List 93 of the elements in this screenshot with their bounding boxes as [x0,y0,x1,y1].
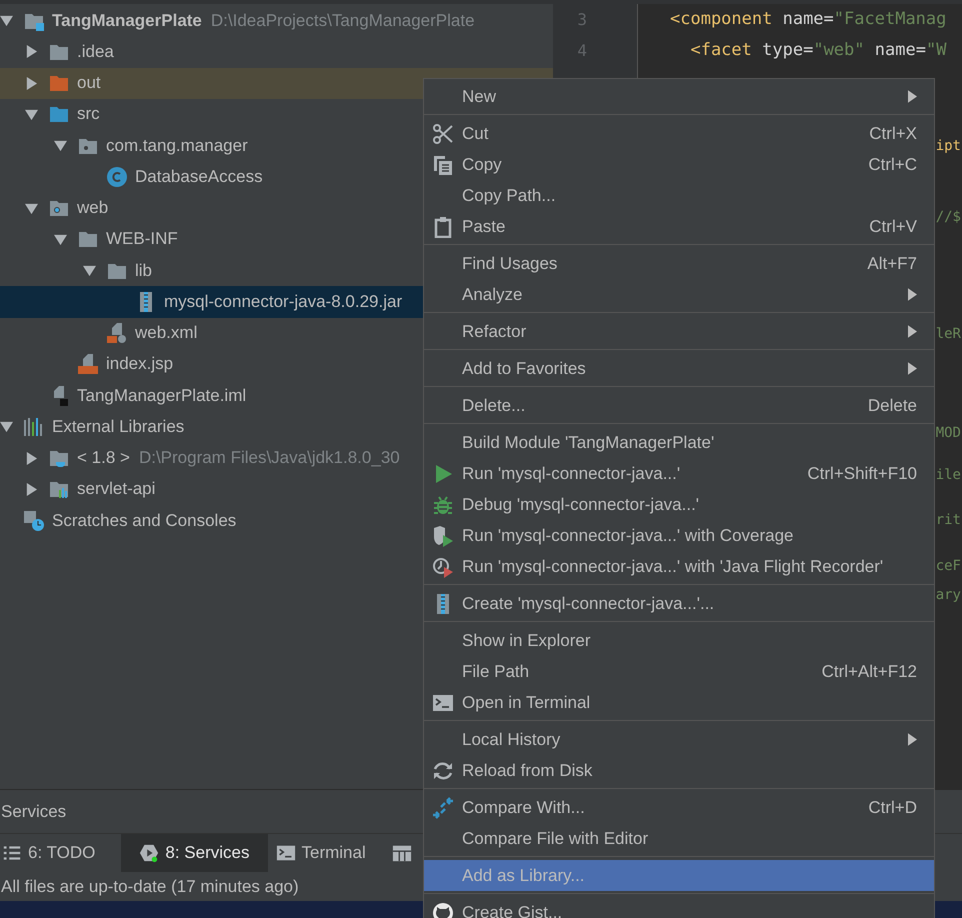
tree-item-name: servlet-api [77,479,156,500]
code-fragment: ceF [936,558,961,574]
code-line: <facet type="web" name="W [689,38,948,62]
tree-item-name: index.jsp [106,354,174,374]
scissors-icon [432,122,454,144]
menu-item[interactable]: Open in Terminal [424,687,934,718]
code-fragment: //$ [936,208,961,224]
code-fragment: leR [936,326,961,342]
tree-item-name: .idea [77,42,114,62]
collapse-arrow-icon[interactable] [0,14,13,28]
collapse-arrow-icon[interactable] [83,264,96,278]
shortcut-label: Ctrl+X [869,124,917,144]
menu-item[interactable]: Find Usages Alt+F7 [424,248,934,279]
shortcut-label: Ctrl+Shift+F10 [807,464,917,484]
collapse-arrow-icon[interactable] [54,232,67,246]
menu-item[interactable]: Reload from Disk [424,755,934,786]
class-icon [106,166,128,188]
menu-item[interactable]: Run 'mysql-connector-java...' with Coverage [424,520,934,551]
tool-window-tab[interactable]: 6: TODO [2,834,114,872]
code-fragment: ile [936,467,961,483]
code-fragment: ipt [936,138,961,154]
expand-arrow-icon[interactable] [25,45,38,58]
tree-item-name: < 1.8 > [77,448,130,468]
menu-item[interactable]: Compare With... Ctrl+D [424,792,934,823]
menu-item[interactable]: File Path Ctrl+Alt+F12 [424,656,934,687]
shortcut-label: Ctrl+V [869,216,917,236]
collapse-arrow-icon[interactable] [0,420,13,434]
panel-title: Services [1,802,66,822]
tree-item-name: External Libraries [52,416,184,437]
collapse-arrow-icon[interactable] [25,202,38,215]
tree-item-name: TangManagerPlate [52,10,202,31]
tree-item-path: D:\Program Files\Java\jdk1.8.0_30 [138,448,400,468]
menu-item[interactable]: Debug 'mysql-connector-java...' [424,489,934,520]
shortcut-label: Ctrl+Alt+F12 [822,662,917,682]
menu-item[interactable]: Create Gist... [424,897,934,918]
menu-item[interactable]: Add to Favorites [424,353,934,384]
menu-item[interactable]: Run 'mysql-connector-java...' with 'Java Flight Recorder' [424,551,934,582]
code-fragment: ary [936,586,961,602]
shortcut-label: Ctrl+D [868,798,917,818]
shortcut-label: Ctrl+C [868,154,917,174]
profiler-icon [432,556,454,578]
table-icon [392,843,412,863]
scratches-icon [23,510,45,532]
collapse-arrow-icon[interactable] [54,139,67,152]
tool-window-tab[interactable]: 8: Services [121,834,268,872]
compare-icon [432,796,454,818]
services-icon [139,843,160,863]
menu-item[interactable]: Refactor [424,316,934,347]
code-fragment: MOD [936,424,961,440]
coverage-icon [432,524,454,546]
menu-item[interactable]: Build Module 'TangManagerPlate' [424,427,934,458]
jsp-file-icon [77,353,99,376]
menu-item[interactable]: Run 'mysql-connector-java...' Ctrl+Shift+F10 [424,458,934,489]
bug-icon [432,494,454,516]
status-text: All files are up-to-date (17 minutes ago) [1,876,299,896]
tree-row[interactable]: .idea [0,36,553,68]
menu-item[interactable]: Cut Ctrl+X [424,118,934,149]
menu-item[interactable]: Copy Ctrl+C [424,149,934,180]
tree-item-path: D:\IdeaProjects\TangManagerPlate [210,10,475,31]
terminal-icon [276,843,296,863]
tool-window-tab[interactable]: Terminal [276,834,384,872]
expand-arrow-icon[interactable] [25,76,38,90]
menu-item[interactable]: Show in Explorer [424,625,934,656]
tree-item-name: TangManagerPlate.iml [77,386,246,406]
code-line: <component name="FacetManag [670,8,948,31]
tree-item-name: DatabaseAccess [135,166,263,187]
shortcut-label: Alt+F7 [867,254,917,274]
reload-icon [432,760,454,782]
menu-item[interactable]: Local History [424,724,934,755]
tree-row[interactable]: TangManagerPlate D:\IdeaProjects\TangManagerPlate [0,5,553,36]
tree-item-name: mysql-connector-java-8.0.29.jar [164,292,402,312]
collapse-arrow-icon[interactable] [25,108,38,121]
code-fragment: rit [936,512,961,528]
tree-item-name: com.tang.manager [106,136,248,156]
expand-arrow-icon[interactable] [25,452,38,465]
tree-item-name: src [77,104,100,124]
xml-file-icon [106,322,128,344]
menu-item[interactable]: Compare File with Editor [424,823,934,854]
tree-item-name: out [77,73,101,94]
menu-item[interactable]: Paste Ctrl+V [424,211,934,242]
clipboard-icon [432,216,454,238]
shortcut-label: Delete [868,396,917,416]
tree-item-name: WEB-INF [106,229,178,250]
tree-item-name: Scratches and Consoles [52,510,236,531]
tree-item-name: web.xml [135,323,198,344]
expand-arrow-icon[interactable] [25,482,38,496]
tree-item-name: lib [135,260,152,281]
libraries-icon [23,416,45,438]
menu-item[interactable]: Create 'mysql-connector-java...'... [424,588,934,619]
menu-item[interactable]: Delete... Delete [424,390,934,421]
tree-item-name: web [77,198,108,218]
menu-item[interactable]: Copy Path... [424,180,934,211]
copy-icon [432,154,454,176]
